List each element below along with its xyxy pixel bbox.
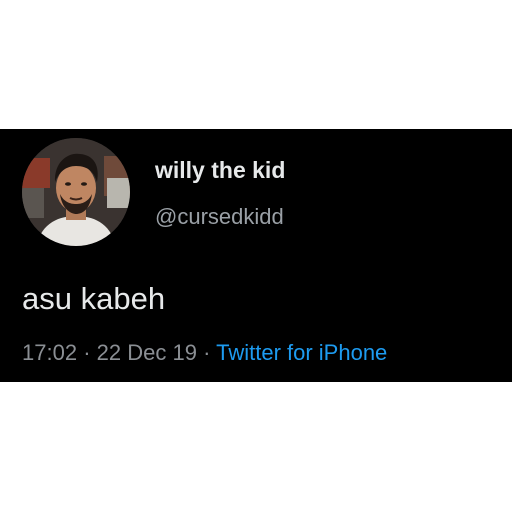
tweet-source-link[interactable]: Twitter for iPhone: [216, 340, 387, 365]
tweet-text: asu kabeh: [22, 281, 166, 316]
tweet-time[interactable]: 17:02: [22, 340, 77, 365]
tweet-card: willy the kid @cursedkidd asu kabeh 17:0…: [0, 129, 512, 382]
meta-separator: ·: [203, 340, 211, 365]
profile-photo-icon: [22, 138, 130, 246]
display-name[interactable]: willy the kid: [155, 157, 285, 184]
avatar[interactable]: [22, 138, 130, 246]
page: willy the kid @cursedkidd asu kabeh 17:0…: [0, 0, 512, 512]
user-handle[interactable]: @cursedkidd: [155, 204, 284, 230]
tweet-date[interactable]: 22 Dec 19: [97, 340, 197, 365]
tweet-meta: 17:02 · 22 Dec 19 · Twitter for iPhone: [22, 340, 387, 366]
meta-separator: ·: [83, 340, 91, 365]
